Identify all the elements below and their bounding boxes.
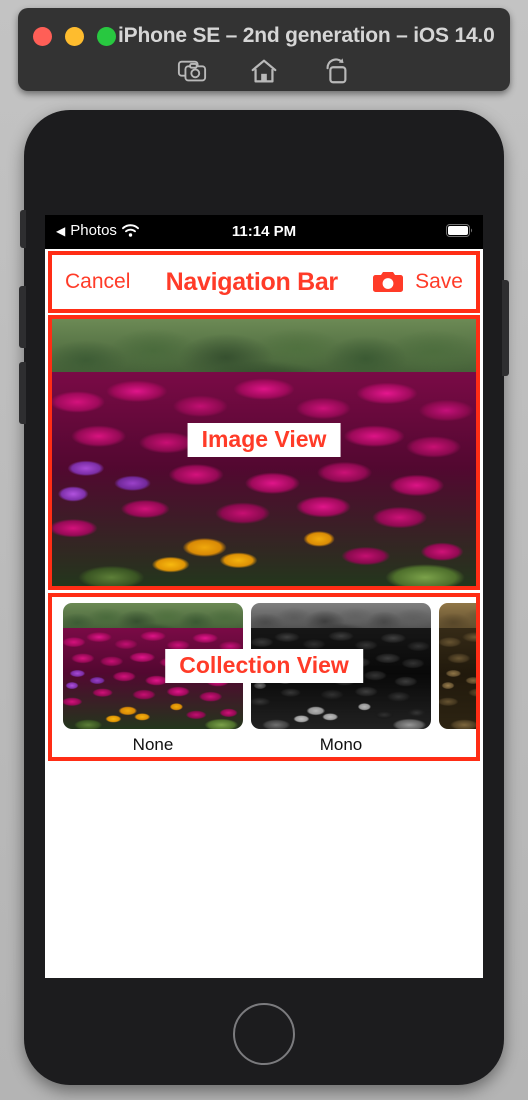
- collection-view-annotation-label: Collection View: [165, 649, 363, 684]
- app-root: iPhone SE – 2nd generation – iOS 14.0 ◀ …: [0, 0, 528, 1100]
- device-screen: ◀ Photos 11:14 PM Cancel Navigation Bar …: [45, 215, 483, 978]
- iphone-device: ◀ Photos 11:14 PM Cancel Navigation Bar …: [19, 110, 509, 1085]
- thumbnail-sepia: [439, 603, 476, 729]
- collection-cell-label: Mono: [319, 735, 363, 754]
- power-button[interactable]: [502, 280, 509, 376]
- zoom-button[interactable]: [97, 27, 116, 46]
- collection-cell-label: None: [132, 735, 174, 754]
- home-icon[interactable]: [249, 56, 279, 86]
- cancel-button[interactable]: Cancel: [65, 270, 130, 294]
- collection-cell-sepia[interactable]: [439, 603, 476, 755]
- close-button[interactable]: [33, 27, 52, 46]
- simulator-toolbar: [18, 56, 510, 86]
- camera-icon[interactable]: [373, 270, 404, 294]
- image-view[interactable]: Image View: [48, 315, 480, 590]
- save-button[interactable]: Save: [415, 270, 463, 294]
- navigation-bar: Cancel Navigation Bar Save: [48, 251, 480, 313]
- rotate-icon[interactable]: [321, 56, 351, 86]
- minimize-button[interactable]: [65, 27, 84, 46]
- status-bar: ◀ Photos 11:14 PM: [45, 215, 483, 249]
- volume-down-button[interactable]: [19, 362, 26, 424]
- window-controls: [33, 27, 116, 46]
- battery-icon: [446, 224, 473, 241]
- home-button[interactable]: [233, 1003, 295, 1065]
- simulator-title: iPhone SE – 2nd generation – iOS 14.0: [118, 24, 495, 47]
- volume-up-button[interactable]: [19, 286, 26, 348]
- image-view-annotation-label: Image View: [187, 423, 341, 458]
- status-bar-time: 11:14 PM: [231, 223, 297, 240]
- simulator-titlebar: iPhone SE – 2nd generation – iOS 14.0: [18, 8, 510, 91]
- collection-view[interactable]: None Mono Collection View: [48, 593, 480, 761]
- screenshot-icon[interactable]: [177, 56, 207, 86]
- silent-switch[interactable]: [20, 210, 26, 248]
- navigation-bar-title: Navigation Bar: [165, 267, 339, 296]
- navigation-bar-right: Save: [373, 270, 463, 294]
